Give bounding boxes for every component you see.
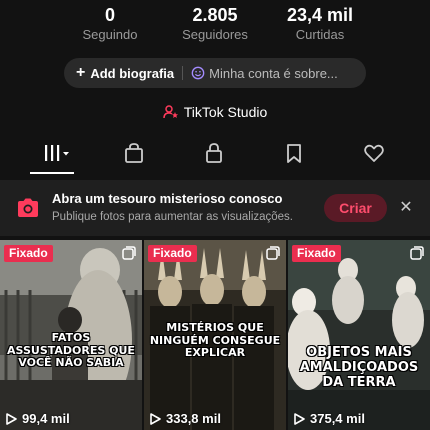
followers-label: Seguidores — [182, 27, 248, 42]
photo-carousel-icon — [410, 246, 424, 260]
person-star-icon — [162, 105, 178, 119]
promo-banner: Abra um tesouro misterioso conosco Publi… — [0, 180, 430, 236]
view-count: 375,4 mil — [294, 411, 365, 426]
profile-tabs — [0, 138, 430, 174]
stat-likes[interactable]: 23,4 mil Curtidas — [265, 4, 375, 43]
view-count-value: 99,4 mil — [22, 411, 70, 426]
tab-shop[interactable] — [119, 138, 149, 168]
post-image — [288, 240, 430, 430]
following-count: 0 — [104, 5, 115, 25]
account-about-button[interactable]: Minha conta é sobre... — [191, 66, 338, 81]
profile-stats: 0 Seguindo 2.805 Seguidores 23,4 mil Cur… — [0, 4, 430, 48]
active-tab-indicator — [30, 172, 74, 174]
add-bio-button[interactable]: + Add biografia — [76, 65, 174, 81]
lock-icon — [206, 143, 222, 163]
account-about-label: Minha conta é sobre... — [209, 65, 338, 81]
play-icon — [294, 412, 305, 425]
camera-icon — [18, 198, 38, 217]
photo-carousel-icon — [266, 246, 280, 260]
tab-saved[interactable] — [279, 138, 309, 168]
tab-videos[interactable] — [38, 138, 76, 168]
following-label: Seguindo — [82, 27, 138, 42]
post-thumbnail[interactable]: Fixado OBJETOS MAIS AMALDIÇOADOS DA TERR… — [288, 240, 430, 430]
grid-bars-icon — [45, 145, 69, 161]
view-count: 333,8 mil — [150, 411, 221, 426]
divider — [182, 66, 184, 80]
banner-subtitle: Publique fotos para aumentar as visualiz… — [52, 211, 294, 223]
bio-row: + Add biografia Minha conta é sobre... — [64, 58, 366, 88]
pinned-badge: Fixado — [4, 245, 53, 262]
shopping-bag-icon — [125, 143, 143, 163]
pinned-badge: Fixado — [292, 245, 341, 262]
create-button[interactable]: Criar — [324, 194, 387, 222]
plus-icon: + — [76, 64, 86, 81]
view-count-value: 333,8 mil — [166, 411, 221, 426]
stat-following[interactable]: 0 Seguindo — [55, 4, 165, 43]
post-thumbnail[interactable]: Fixado MISTÉRIOS QUE NINGUÉM CONSEGUE EX… — [144, 240, 286, 430]
smiley-icon — [191, 66, 205, 80]
post-caption: MISTÉRIOS QUE NINGUÉM CONSEGUE EXPLICAR — [149, 321, 281, 360]
tiktok-studio-label: TikTok Studio — [183, 104, 268, 120]
play-icon — [6, 412, 17, 425]
pinned-badge: Fixado — [148, 245, 197, 262]
posts-grid: Fixado FATOS ASSUSTADORES QUE VOCÊ NÃO S… — [0, 240, 430, 430]
tiktok-studio-link[interactable]: TikTok Studio — [0, 101, 430, 123]
heart-icon — [364, 144, 384, 162]
likes-label: Curtidas — [295, 27, 345, 42]
tab-private[interactable] — [199, 138, 229, 168]
likes-count: 23,4 mil — [286, 5, 354, 25]
add-bio-label: Add biografia — [90, 65, 175, 81]
photo-carousel-icon — [122, 246, 136, 260]
tab-liked[interactable] — [359, 138, 389, 168]
stat-followers[interactable]: 2.805 Seguidores — [160, 4, 270, 43]
close-icon[interactable]: ✕ — [397, 198, 415, 216]
view-count: 99,4 mil — [6, 411, 70, 426]
post-thumbnail[interactable]: Fixado FATOS ASSUSTADORES QUE VOCÊ NÃO S… — [0, 240, 142, 430]
followers-count: 2.805 — [192, 5, 238, 25]
bookmark-icon — [287, 144, 301, 163]
post-caption: OBJETOS MAIS AMALDIÇOADOS DA TERRA — [299, 345, 419, 390]
banner-title: Abra um tesouro misterioso conosco — [52, 191, 283, 206]
play-icon — [150, 412, 161, 425]
post-caption: FATOS ASSUSTADORES QUE VOCÊ NÃO SABIA — [7, 331, 135, 370]
view-count-value: 375,4 mil — [310, 411, 365, 426]
